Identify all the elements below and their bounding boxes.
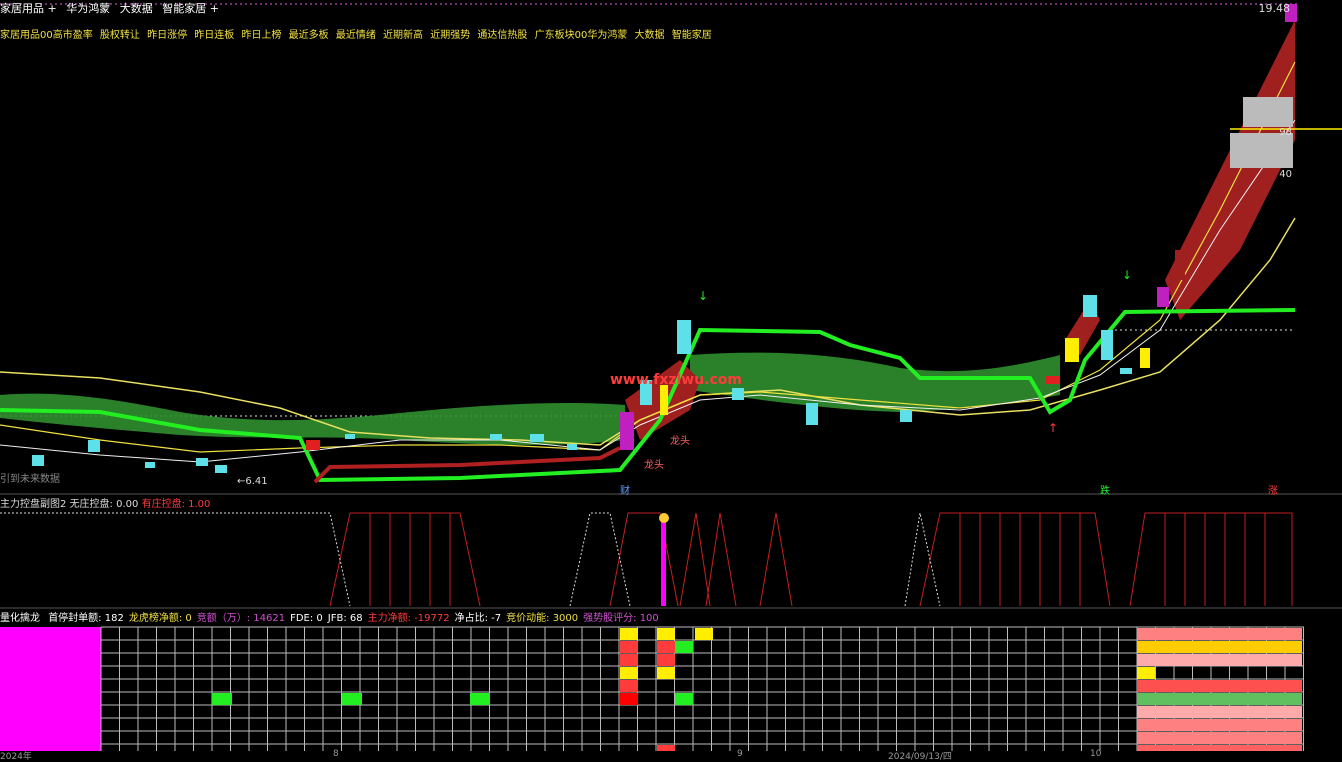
x-axis-label: 10 bbox=[1090, 749, 1102, 759]
x-axis-label: 2024年 bbox=[0, 752, 32, 762]
grey-block-1 bbox=[1243, 97, 1293, 127]
topbar-item[interactable]: 智能家居 + bbox=[162, 2, 219, 15]
magenta-block bbox=[0, 627, 101, 751]
bottom-stat-8: 强势股评分: 100 bbox=[583, 613, 659, 624]
tag[interactable]: 昨日上榜 bbox=[241, 30, 281, 41]
label-longtou-2: 龙头 bbox=[644, 460, 664, 471]
bottom-colored-cells bbox=[212, 628, 1302, 751]
bottom-stat-2: 竞额（万）: 14621 bbox=[196, 613, 286, 624]
tag[interactable]: 家居用品00高市盈率 bbox=[0, 30, 93, 41]
bottom-stat-4: JFB: 68 bbox=[327, 613, 363, 624]
grey-block-2 bbox=[1230, 133, 1293, 168]
bottom-stat-7: 竞价动能: 3000 bbox=[506, 613, 579, 624]
price-low-label: 40 bbox=[1279, 169, 1292, 180]
label-cai: 财 bbox=[620, 486, 630, 497]
tag[interactable]: 近期新高 bbox=[383, 30, 423, 41]
bottom-title-bar: 量化擒龙 首停封单额: 182 龙虎榜净额: 0 竞额（万）: 14621 FDE: … bbox=[0, 609, 659, 624]
indicator-title-bar: 主力控盘副图2 无庄控盘: 0.00 有庄控盘: 1.00 bbox=[0, 495, 210, 510]
tag[interactable]: 股权转让 bbox=[100, 30, 140, 41]
x-axis: 2024年 8 9 2024/09/13/四 10 bbox=[0, 749, 1342, 762]
top-bar: 家居用品 + 华为鸿蒙 大数据 智能家居 + bbox=[0, 0, 1342, 16]
tag[interactable]: 最近多板 bbox=[289, 30, 329, 41]
smiley-icon bbox=[659, 513, 669, 523]
up-arrow-icon: ↑ bbox=[1048, 421, 1058, 435]
indicator-title[interactable]: 主力控盘副图2 bbox=[0, 499, 66, 510]
price-mid-label: 98 bbox=[1279, 127, 1292, 138]
tag[interactable]: 智能家居 bbox=[672, 30, 712, 41]
label-zhang: 涨 bbox=[1268, 486, 1278, 497]
down-arrow-icon-2: ↓ bbox=[1122, 268, 1132, 282]
bottom-stat-0: 首停封单额: 182 bbox=[48, 613, 124, 624]
bottom-stat-5: 主力净额: -19772 bbox=[367, 613, 450, 624]
indicator-control-lines bbox=[329, 512, 1293, 607]
x-axis-label: 2024/09/13/四 bbox=[888, 752, 952, 762]
future-data-label: 引到未来数据 bbox=[0, 474, 60, 485]
indicator-spike-bar bbox=[661, 522, 666, 606]
bottom-stat-6: 净占比: -7 bbox=[454, 613, 502, 624]
tag[interactable]: 广东板块00华为鸿蒙 bbox=[535, 30, 628, 41]
concept-tags: 家居用品00高市盈率 股权转让 昨日涨停 昨日连板 昨日上榜 最近多板 最近情绪… bbox=[0, 26, 716, 41]
tag[interactable]: 近期强势 bbox=[430, 30, 470, 41]
topbar-item[interactable]: 华为鸿蒙 bbox=[66, 2, 110, 15]
x-axis-label: 9 bbox=[737, 749, 743, 759]
price-top-label: 19.48 bbox=[1258, 2, 1291, 15]
candles-left bbox=[32, 4, 1297, 473]
low-price-marker: ←6.41 bbox=[237, 476, 268, 487]
tag[interactable]: 昨日涨停 bbox=[147, 30, 187, 41]
watermark: www.fxzlwu.com bbox=[610, 372, 743, 388]
indicator-no-control: 无庄控盘: 0.00 bbox=[69, 499, 139, 510]
tag[interactable]: 最近情绪 bbox=[336, 30, 376, 41]
bottom-stat-1: 龙虎榜净额: 0 bbox=[128, 613, 192, 624]
topbar-item[interactable]: 大数据 bbox=[120, 2, 153, 15]
bottom-grid bbox=[101, 626, 1304, 745]
tag[interactable]: 昨日连板 bbox=[194, 30, 234, 41]
down-arrow-icon: ↓ bbox=[698, 289, 708, 303]
topbar-item[interactable]: 家居用品 + bbox=[0, 2, 57, 15]
bottom-stat-3: FDE: 0 bbox=[290, 613, 323, 624]
tag[interactable]: 大数据 bbox=[635, 30, 665, 41]
bottom-grid-cols bbox=[100, 627, 1304, 751]
x-axis-label: 8 bbox=[333, 749, 339, 759]
tag[interactable]: 通达信热股 bbox=[477, 30, 527, 41]
indicator-control: 有庄控盘: 1.00 bbox=[141, 499, 211, 510]
label-die: 跌 bbox=[1100, 486, 1110, 497]
bottom-title[interactable]: 量化擒龙 bbox=[0, 613, 40, 624]
label-longtou: 龙头 bbox=[670, 436, 690, 447]
